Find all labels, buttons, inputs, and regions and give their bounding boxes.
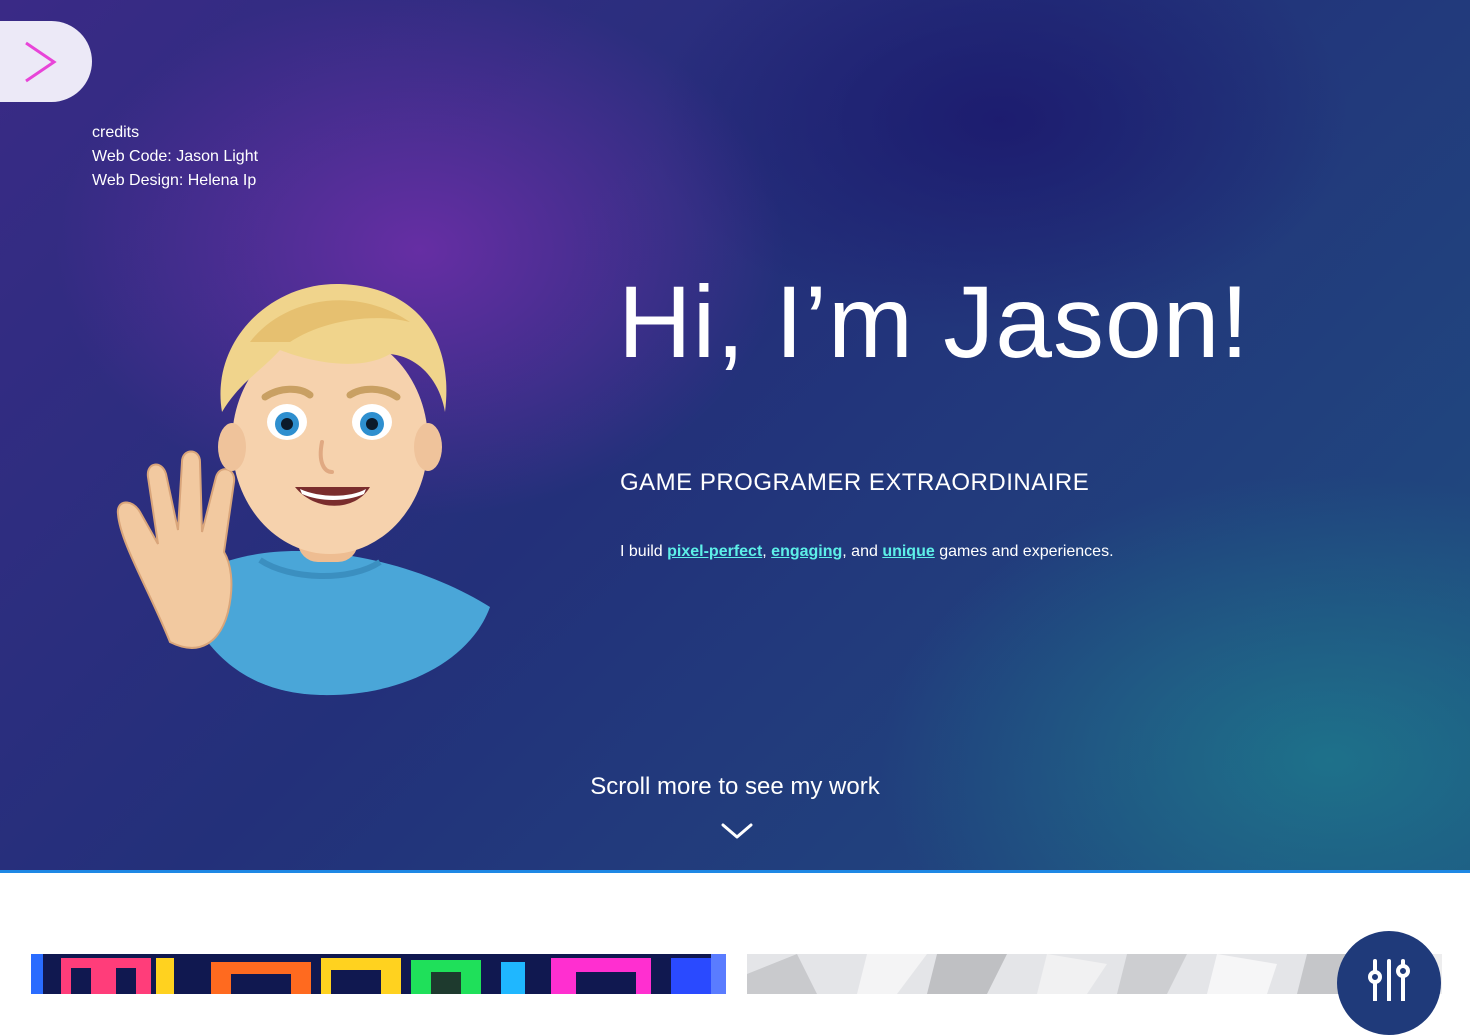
credits-heading: credits	[92, 124, 140, 141]
waving-boy-avatar	[116, 283, 490, 696]
tetris-project-thumbnail[interactable]	[31, 954, 726, 994]
pixel-perfect-link[interactable]: pixel-perfect	[667, 543, 762, 560]
credits-block: credits Web Code: Jason Light Web Design…	[92, 121, 258, 193]
tetris-thumbnail-art	[31, 954, 726, 994]
menu-toggle-button[interactable]	[0, 21, 92, 102]
chevron-right-icon	[25, 41, 57, 83]
chevron-down-icon[interactable]	[721, 822, 753, 840]
page-subtitle: GAME PROGRAMER EXTRAORDINAIRE	[620, 469, 1090, 496]
engaging-link[interactable]: engaging	[771, 543, 842, 560]
credits-web-code: Web Code: Jason Light	[92, 148, 259, 165]
hero-divider	[0, 870, 1470, 873]
tagline-separator-1: ,	[762, 543, 772, 560]
tagline-suffix: games and experiences.	[934, 543, 1114, 560]
settings-button[interactable]	[1337, 931, 1441, 1035]
tagline: I build pixel-perfect, engaging, and uni…	[620, 541, 1114, 563]
sliders-icon	[1368, 959, 1410, 1001]
page-title: Hi, I’m Jason!	[618, 265, 1250, 379]
credits-web-design: Web Design: Helena Ip	[92, 172, 257, 189]
tagline-prefix: I build	[620, 543, 668, 560]
unique-link[interactable]: unique	[882, 543, 934, 560]
scroll-hint: Scroll more to see my work	[590, 773, 880, 800]
tagline-separator-2: , and	[842, 543, 883, 560]
